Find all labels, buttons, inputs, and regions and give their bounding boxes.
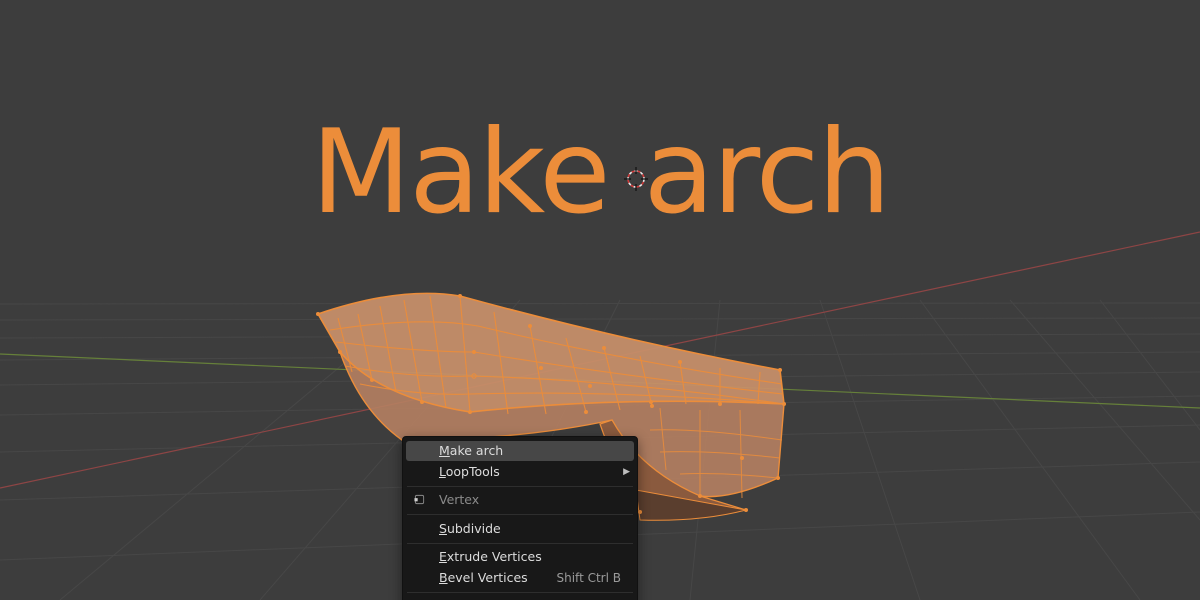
menu-item-label: Subdivide: [439, 521, 501, 536]
menu-item-shortcut: Shift Ctrl B: [556, 571, 622, 585]
menu-item-bevel-vertices[interactable]: Bevel Vertices Shift Ctrl B: [406, 568, 634, 588]
menu-separator: [407, 514, 633, 515]
section-header-label: Vertex: [439, 492, 480, 507]
menu-item-label: Bevel Vertices: [439, 570, 528, 585]
menu-separator: [407, 543, 633, 544]
menu-item-make-arch[interactable]: Make arch: [406, 441, 634, 461]
menu-item-label: Make arch: [439, 443, 504, 458]
headline-text: Make arch: [311, 105, 891, 240]
menu-separator: [407, 486, 633, 487]
menu-item-looptools[interactable]: LoopTools ▶: [406, 462, 634, 482]
submenu-arrow-icon: ▶: [623, 467, 630, 477]
3d-cursor-icon[interactable]: [624, 167, 648, 191]
menu-section-header: Vertex: [406, 490, 634, 510]
menu-item-extrude-vertices[interactable]: Extrude Vertices: [406, 547, 634, 567]
menu-separator: [407, 592, 633, 593]
menu-item-label: LoopTools: [439, 464, 500, 479]
3d-viewport[interactable]: Make arch Make arch LoopTools ▶ Vertex S…: [0, 0, 1200, 600]
menu-item-label: Extrude Vertices: [439, 549, 542, 564]
vertex-mode-icon: [414, 494, 425, 505]
menu-item-subdivide[interactable]: Subdivide: [406, 519, 634, 539]
vertex-context-menu: Make arch LoopTools ▶ Vertex Subdivide E…: [402, 436, 638, 600]
